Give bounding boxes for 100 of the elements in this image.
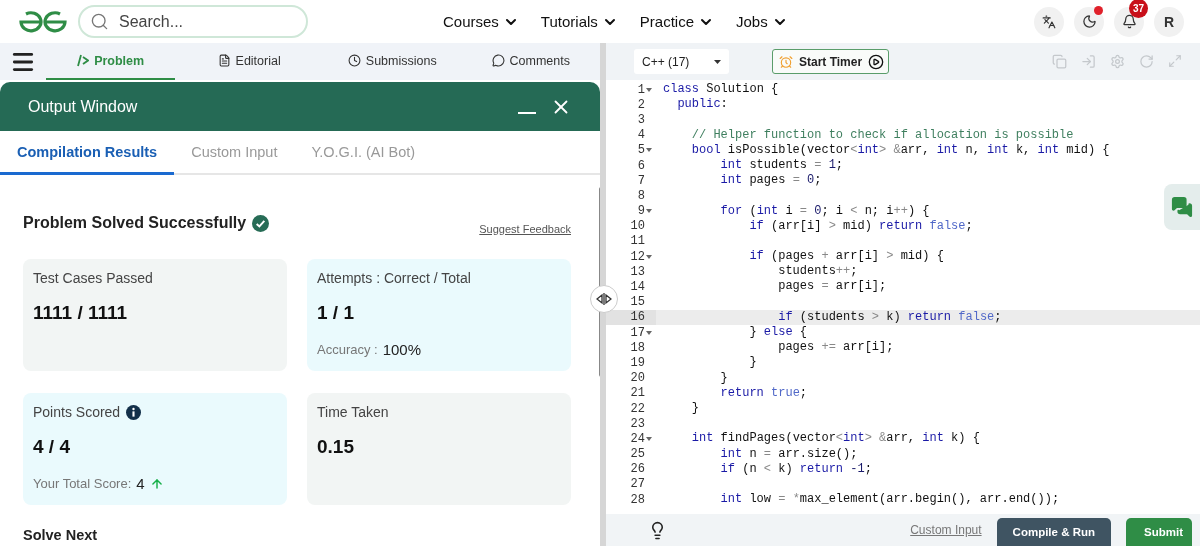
- stat-label: Test Cases Passed: [33, 270, 153, 286]
- search-field[interactable]: Search...: [78, 5, 308, 38]
- line-number: 9: [637, 204, 645, 219]
- fold-caret-icon[interactable]: [646, 254, 652, 259]
- code-line: if (arr[i] > mid) return false;: [748, 218, 973, 234]
- code-line: for (int i = 0; i < n; i++) {: [719, 203, 930, 219]
- code-line: // Helper function to check if allocation is possible: [690, 127, 1074, 143]
- line-number: 3: [637, 112, 645, 127]
- code-line: bool isPossible(vector<int> &arr, int n, int k, int mid) {: [690, 142, 1110, 158]
- fold-caret-icon[interactable]: [646, 330, 652, 335]
- nav-menu-item[interactable]: Tutorials: [540, 13, 618, 30]
- line-number: 7: [637, 173, 645, 188]
- nav-menu-item[interactable]: Practice: [639, 13, 714, 30]
- line-number: 13: [630, 264, 645, 279]
- moon-icon: [1081, 14, 1097, 29]
- line-number: 25: [630, 447, 645, 462]
- code-line: if (n < k) return -1;: [719, 461, 872, 477]
- theme-button[interactable]: [1074, 6, 1104, 37]
- bell-icon: [1121, 14, 1137, 29]
- code-line: int n = arr.size();: [719, 446, 858, 462]
- search-icon: [90, 12, 109, 31]
- clock-icon: [347, 54, 361, 67]
- code-line: return true;: [719, 385, 808, 401]
- submit-button[interactable]: Submit: [1126, 518, 1192, 546]
- line-number: 20: [630, 371, 645, 386]
- code-line: int low = *max_element(arr.begin(), arr.end());: [719, 492, 1060, 508]
- line-number: 26: [630, 462, 645, 477]
- nav-menu-item[interactable]: Courses: [443, 13, 519, 30]
- window-title: Output Window: [28, 97, 138, 116]
- start-timer-button[interactable]: Start Timer: [772, 49, 890, 74]
- section-heading: Solve Next: [23, 527, 99, 543]
- code-line: public:: [676, 97, 728, 113]
- line-number: 15: [630, 295, 645, 310]
- stat-label: Time Taken: [317, 404, 389, 420]
- code-line: if (students > k) return false;: [777, 309, 1002, 325]
- fold-caret-icon[interactable]: [646, 436, 652, 441]
- line-number: 21: [630, 386, 645, 401]
- compile-run-button[interactable]: Compile & Run: [996, 518, 1111, 546]
- note-label: Your Total Score:: [33, 476, 132, 491]
- note-value: 100%: [382, 341, 422, 358]
- line-number: 11: [630, 234, 645, 249]
- info-icon[interactable]: [126, 404, 142, 420]
- split-handle[interactable]: [590, 285, 618, 313]
- alarm-clock-icon: [779, 54, 793, 69]
- result-status: Problem Solved Successfully: [23, 214, 247, 232]
- code-line: pages += arr[i];: [777, 340, 894, 356]
- stat-value: 1 / 1: [317, 302, 355, 324]
- problem-tab[interactable]: Submissions: [323, 43, 462, 80]
- line-number: 8: [637, 188, 645, 203]
- play-icon: [868, 53, 885, 70]
- stat-value: 1111 / 1111: [33, 302, 129, 324]
- line-number: 27: [630, 477, 645, 492]
- code-line: pages = arr[i];: [777, 279, 887, 295]
- line-number: 12: [630, 249, 645, 264]
- fold-caret-icon[interactable]: [646, 87, 652, 92]
- custom-input-link[interactable]: Custom Input: [910, 523, 982, 537]
- code-slash-icon: [77, 54, 90, 67]
- stat-label: Points Scored: [33, 404, 121, 420]
- code-line: class Solution {: [663, 82, 779, 98]
- line-number: 5: [637, 143, 645, 158]
- line-number: 4: [637, 128, 645, 143]
- suggest-feedback-link[interactable]: Suggest Feedback: [479, 223, 571, 235]
- user-avatar[interactable]: R: [1154, 6, 1184, 37]
- problem-tab[interactable]: Editorial: [175, 43, 323, 80]
- chat-button[interactable]: [1164, 184, 1200, 230]
- stat-label: Attempts : Correct / Total: [317, 270, 471, 286]
- check-icon: [252, 214, 270, 232]
- line-number: 24: [630, 431, 645, 446]
- line-number: 18: [630, 340, 645, 355]
- code-line: }: [690, 400, 699, 417]
- line-number: 19: [630, 355, 645, 370]
- caret-icon: [714, 59, 721, 64]
- nav-menu-item[interactable]: Jobs: [736, 13, 788, 30]
- line-number: 17: [630, 325, 645, 340]
- chat-icon: [1171, 196, 1193, 218]
- code-line: int findPages(vector<int> &arr, int k) {: [690, 431, 980, 447]
- search-input[interactable]: Search...: [117, 11, 287, 32]
- line-number: 23: [630, 416, 645, 431]
- line-number: 22: [630, 401, 645, 416]
- output-tab[interactable]: Compilation Results: [0, 131, 175, 175]
- comment-icon: [491, 54, 505, 67]
- code-line: if (pages + arr[i] > mid) {: [748, 249, 944, 265]
- stat-value: 4 / 4: [33, 436, 71, 458]
- code-line: students++;: [777, 264, 858, 280]
- line-number: 10: [630, 219, 645, 234]
- line-number: 14: [630, 280, 645, 295]
- logo-icon[interactable]: [18, 10, 68, 33]
- split-handle-icon[interactable]: [596, 293, 612, 305]
- code-line: int students = 1;: [719, 157, 844, 174]
- translate-icon: [1042, 14, 1056, 29]
- translate-button[interactable]: [1034, 6, 1064, 37]
- fold-caret-icon[interactable]: [646, 148, 652, 153]
- problem-tab[interactable]: Comments: [461, 43, 600, 80]
- fold-caret-icon[interactable]: [646, 209, 652, 214]
- line-number: 1: [637, 82, 645, 97]
- note-label: Accuracy :: [317, 342, 378, 357]
- minimize-icon: [518, 111, 536, 114]
- language-select[interactable]: C++ (17): [634, 49, 729, 74]
- line-number: 28: [630, 492, 645, 507]
- problem-tab[interactable]: Problem: [46, 43, 176, 80]
